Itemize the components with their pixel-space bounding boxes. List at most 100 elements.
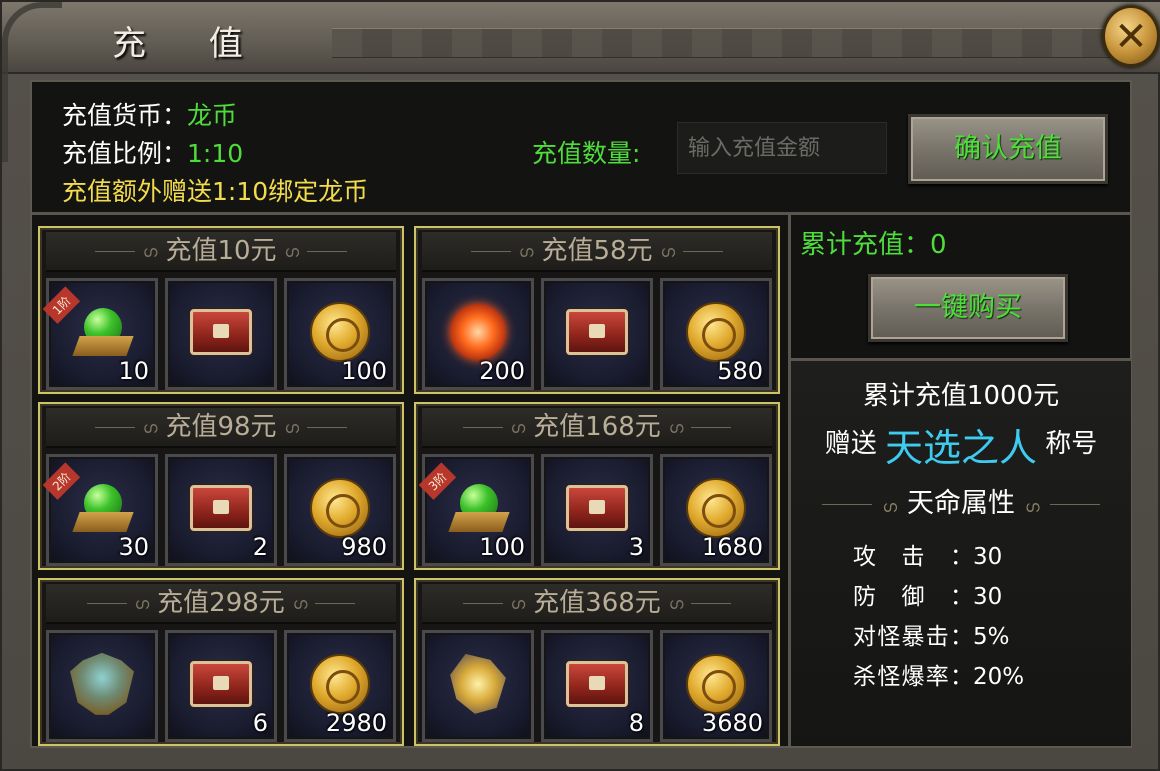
attribute-key: 攻击： bbox=[853, 544, 973, 570]
item-quantity: 3680 bbox=[701, 709, 763, 737]
header-rule-right bbox=[307, 427, 348, 428]
treasure-chest-icon bbox=[190, 660, 252, 707]
item-slot[interactable]: 3阶 100 bbox=[418, 454, 534, 566]
item-slot[interactable]: 1680 bbox=[660, 454, 772, 566]
header-rule-left bbox=[94, 251, 135, 252]
heading-rule-left bbox=[822, 504, 873, 505]
gold-coin-icon bbox=[310, 653, 370, 714]
item-slot[interactable] bbox=[46, 630, 158, 742]
tier-badge: 3阶 bbox=[418, 462, 456, 500]
treasure-chest-icon bbox=[566, 660, 628, 707]
attribute-row: 防御：30 bbox=[853, 577, 1002, 611]
confirm-recharge-button[interactable]: 确认充值 bbox=[908, 114, 1108, 184]
item-slot[interactable]: 6 bbox=[165, 630, 277, 742]
ornament-icon: ഗ bbox=[284, 241, 300, 261]
item-slot[interactable]: 1阶 10 bbox=[42, 278, 158, 390]
item-quantity: 2 bbox=[252, 533, 268, 561]
item-slot[interactable]: 8 bbox=[541, 630, 653, 742]
item-quantity: 2980 bbox=[325, 709, 387, 737]
green-gem-icon bbox=[72, 307, 134, 356]
item-slot[interactable]: 980 bbox=[284, 454, 396, 566]
gold-coin-icon bbox=[686, 477, 746, 538]
item-quantity: 6 bbox=[252, 709, 268, 737]
ratio-value: 1:10 bbox=[187, 139, 244, 168]
package-card: ഗ 充值10元 ഗ 1阶 10 100 bbox=[38, 226, 404, 394]
reward-condition: 累计充值1000元 bbox=[862, 381, 1060, 411]
title-bar: 充 值 ✕ bbox=[2, 2, 1160, 162]
close-button[interactable]: ✕ bbox=[1102, 5, 1160, 67]
ornament-icon: ഗ bbox=[660, 241, 676, 261]
item-slot[interactable] bbox=[165, 278, 277, 390]
item-slot[interactable]: 100 bbox=[284, 278, 396, 390]
package-header: ഗ 充值168元 ഗ bbox=[422, 408, 772, 448]
attribute-row: 攻击：30 bbox=[853, 537, 1002, 571]
package-header: ഗ 充值58元 ഗ bbox=[422, 232, 772, 272]
gem-base bbox=[448, 511, 510, 532]
quantity-input[interactable] bbox=[677, 122, 887, 174]
close-icon: ✕ bbox=[1114, 14, 1148, 60]
ornament-icon: ഗ bbox=[142, 241, 158, 261]
attribute-key: 杀怪爆率： bbox=[853, 664, 973, 690]
ornament-icon: ഗ bbox=[292, 593, 308, 613]
package-header: ഗ 充值298元 ഗ bbox=[46, 584, 396, 624]
reward-line: 赠送 天选之人 称号 bbox=[791, 417, 1131, 472]
reward-panel: 累计充值1000元 赠送 天选之人 称号 ഗ 天命属性 ഗ 攻击：30 防御：30 对怪… bbox=[791, 361, 1131, 746]
item-quantity: 30 bbox=[118, 533, 149, 561]
header-rule-left bbox=[94, 427, 135, 428]
header-rule-left bbox=[462, 603, 503, 604]
ornament-icon: ഗ bbox=[284, 417, 300, 437]
header-rule-right bbox=[307, 251, 348, 252]
ornament-icon: ഗ bbox=[882, 497, 897, 516]
helmet-icon bbox=[70, 652, 134, 715]
currency-value: 龙币 bbox=[187, 101, 238, 130]
ornament-icon: ഗ bbox=[518, 241, 534, 261]
ornament-icon: ഗ bbox=[510, 593, 526, 613]
item-quantity: 580 bbox=[717, 357, 763, 385]
heading-rule-right bbox=[1049, 504, 1100, 505]
package-title: 充值168元 bbox=[533, 412, 661, 442]
quantity-label: 充值数量: bbox=[532, 139, 641, 168]
item-quantity: 100 bbox=[479, 533, 525, 561]
item-slot[interactable]: 2阶 30 bbox=[42, 454, 158, 566]
item-slot[interactable]: 580 bbox=[660, 278, 772, 390]
attribute-key: 对怪暴击： bbox=[853, 624, 973, 650]
header-rule-right bbox=[691, 603, 732, 604]
package-title: 充值368元 bbox=[533, 588, 661, 618]
ornament-icon: ഗ bbox=[668, 593, 684, 613]
attribute-value: 30 bbox=[973, 584, 1003, 610]
ornament-icon: ഗ bbox=[134, 593, 150, 613]
ratio-label: 充值比例： bbox=[62, 139, 188, 168]
header-rule-left bbox=[462, 427, 503, 428]
package-header: ഗ 充值368元 ഗ bbox=[422, 584, 772, 624]
item-quantity: 8 bbox=[628, 709, 644, 737]
attribute-heading: ഗ 天命属性 ഗ bbox=[791, 481, 1131, 520]
item-slot[interactable]: 3680 bbox=[660, 630, 772, 742]
bonus-info: 充值额外赠送1:10绑定龙币 bbox=[62, 177, 369, 206]
attribute-value: 30 bbox=[973, 544, 1003, 570]
item-slot[interactable] bbox=[541, 278, 653, 390]
item-quantity: 980 bbox=[341, 533, 387, 561]
attribute-value: 5% bbox=[973, 624, 1010, 650]
buy-all-button[interactable]: 一键购买 bbox=[868, 274, 1068, 342]
item-slot[interactable]: 3 bbox=[541, 454, 653, 566]
item-slot[interactable] bbox=[422, 630, 534, 742]
recharge-window: 充 值 ✕ 充值货币：龙币 充值比例：1:10 充值额外赠送1:10绑定龙币 充… bbox=[0, 0, 1160, 771]
tier-badge: 2阶 bbox=[42, 462, 80, 500]
divider bbox=[32, 212, 1130, 215]
package-title: 充值58元 bbox=[541, 236, 653, 266]
item-slot[interactable]: 200 bbox=[422, 278, 534, 390]
package-title: 充值98元 bbox=[165, 412, 277, 442]
item-slot[interactable]: 2 bbox=[165, 454, 277, 566]
gold-coin-icon bbox=[686, 301, 746, 362]
reward-title: 天选之人 bbox=[884, 426, 1037, 470]
treasure-chest-icon bbox=[566, 484, 628, 531]
item-slot[interactable]: 2980 bbox=[284, 630, 396, 742]
package-title: 充值298元 bbox=[157, 588, 285, 618]
reward-suffix: 称号 bbox=[1045, 429, 1098, 459]
package-card: ഗ 充值368元 ഗ 8 3680 bbox=[414, 578, 780, 746]
package-header: ഗ 充值10元 ഗ bbox=[46, 232, 396, 272]
package-card: ഗ 充值58元 ഗ 200 580 bbox=[414, 226, 780, 394]
gem-base bbox=[72, 335, 134, 356]
gold-coin-icon bbox=[310, 301, 370, 362]
treasure-chest-icon bbox=[190, 484, 252, 531]
